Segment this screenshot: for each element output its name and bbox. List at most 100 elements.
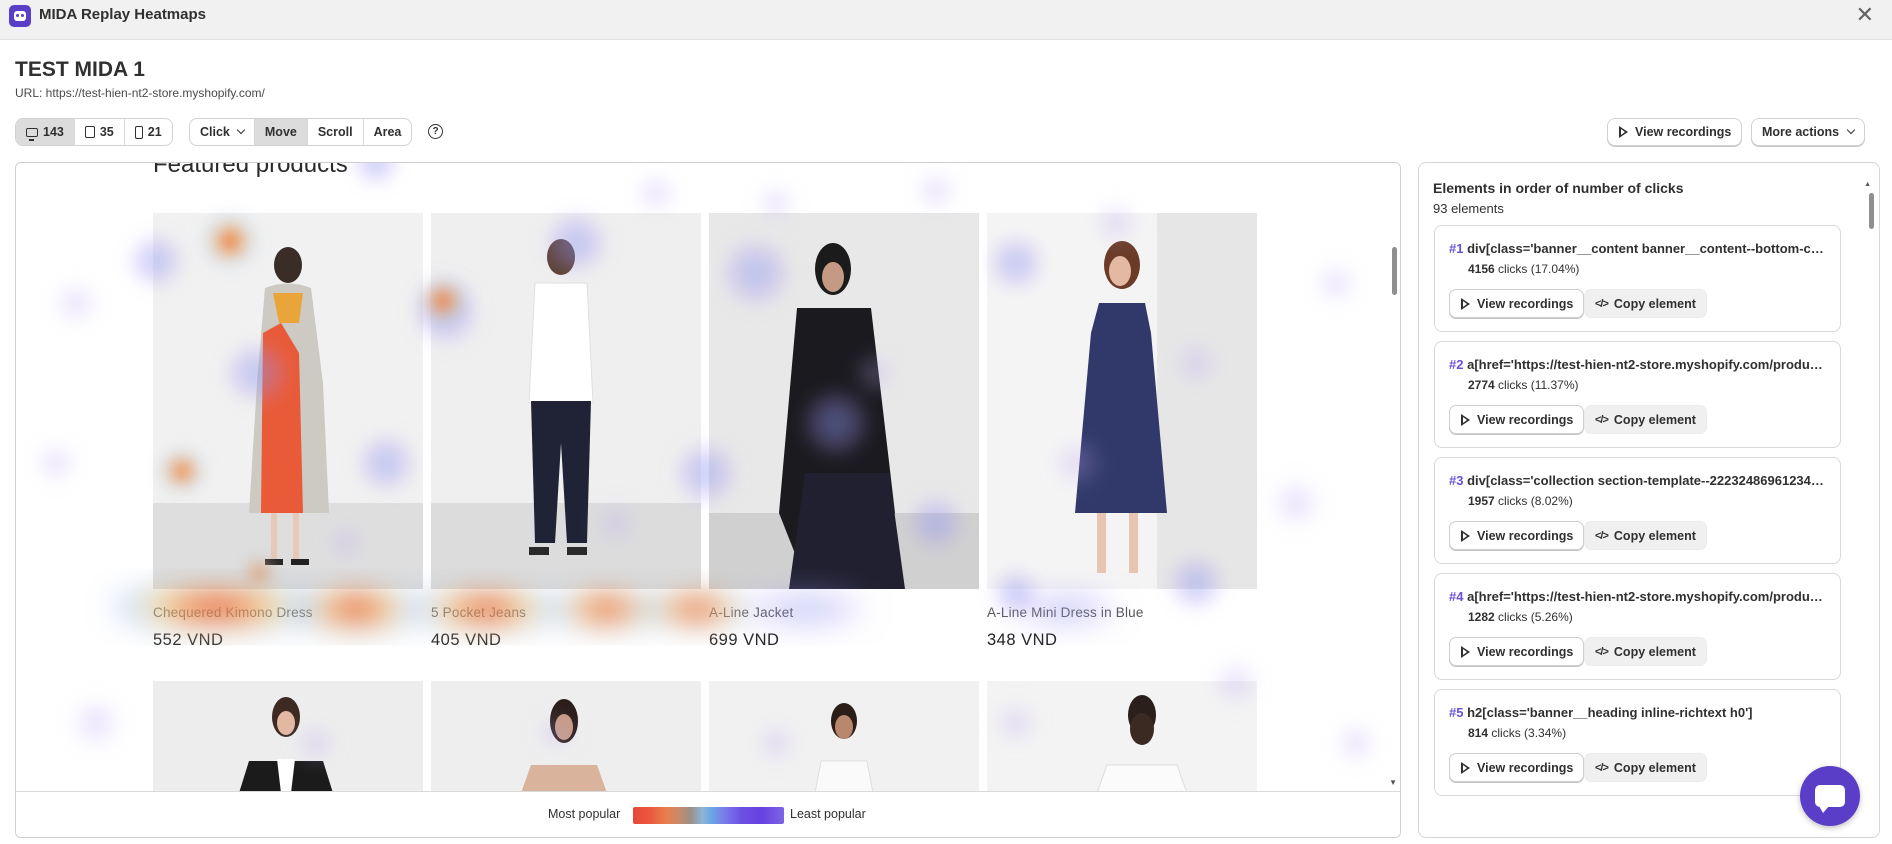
view-recordings-button[interactable]: View recordings <box>1449 753 1585 782</box>
code-icon: </> <box>1595 529 1609 542</box>
scroll-up-arrow-icon[interactable]: ▲ <box>1864 181 1871 188</box>
product-image-row2[interactable] <box>709 681 979 791</box>
element-rank: #5 <box>1449 705 1464 720</box>
product-price: 699 VND <box>709 631 780 649</box>
element-card: #1 div[class='banner__content banner__co… <box>1434 225 1841 332</box>
view-recordings-button[interactable]: View recordings <box>1449 637 1585 666</box>
view-recordings-label: View recordings <box>1477 412 1574 427</box>
chat-support-button[interactable] <box>1800 766 1860 826</box>
product-image-5-pocket-jeans[interactable] <box>431 213 701 589</box>
product-price: 348 VND <box>987 631 1058 649</box>
copy-element-button[interactable]: </> Copy element <box>1584 289 1707 318</box>
copy-element-label: Copy element <box>1613 760 1696 775</box>
element-rank: #1 <box>1449 241 1464 256</box>
element-click-count: 814 <box>1468 726 1489 740</box>
mode-scroll-button[interactable]: Scroll <box>308 119 364 145</box>
product-image-a-line-jacket[interactable] <box>709 213 979 589</box>
view-recordings-label: View recordings <box>1477 296 1574 311</box>
product-photo <box>431 681 701 791</box>
device-mobile-button[interactable]: 21 <box>125 119 172 145</box>
element-card: #4 a[href='https://test-hien-nt2-store.m… <box>1434 573 1841 680</box>
tablet-count: 35 <box>99 125 114 139</box>
more-actions-label: More actions <box>1762 125 1840 139</box>
legend-gradient <box>633 807 784 824</box>
code-icon: </> <box>1595 761 1609 774</box>
element-click-count: 1282 <box>1468 610 1495 624</box>
product-photo <box>987 213 1257 589</box>
product-photo <box>709 213 979 589</box>
element-clicks: 2774 clicks (11.37%) <box>1468 378 1579 392</box>
code-icon: </> <box>1595 297 1609 310</box>
mode-area-button[interactable]: Area <box>364 119 412 145</box>
view-recordings-button[interactable]: View recordings <box>1449 521 1585 550</box>
product-image-a-line-mini-dress[interactable] <box>987 213 1257 589</box>
help-icon[interactable]: ? <box>428 124 443 139</box>
copy-element-button[interactable]: </> Copy element <box>1584 405 1707 434</box>
play-icon <box>1460 529 1471 542</box>
play-icon <box>1460 645 1471 658</box>
copy-element-label: Copy element <box>1613 528 1696 543</box>
chevron-down-icon <box>236 125 246 135</box>
copy-element-button[interactable]: </> Copy element <box>1584 521 1707 550</box>
element-click-pct: clicks (8.02%) <box>1498 494 1573 508</box>
device-tablet-button[interactable]: 35 <box>75 119 125 145</box>
elements-panel: Elements in order of number of clicks 93… <box>1418 162 1880 838</box>
page-url: URL: https://test-hien-nt2-store.myshopi… <box>15 86 265 100</box>
product-image-row2[interactable] <box>431 681 701 791</box>
legend-most-label: Most popular <box>548 807 621 821</box>
product-price: 405 VND <box>431 631 502 649</box>
scroll-down-arrow-icon[interactable]: ▼ <box>1389 778 1397 787</box>
copy-element-label: Copy element <box>1613 644 1696 659</box>
chevron-down-icon <box>1846 125 1856 135</box>
element-click-count: 1957 <box>1468 494 1495 508</box>
element-selector-text: a[href='https://test-hien-nt2-store.mysh… <box>1467 589 1829 604</box>
element-click-count: 2774 <box>1468 378 1495 392</box>
element-click-pct: clicks (11.37%) <box>1498 378 1579 392</box>
copy-element-label: Copy element <box>1613 412 1696 427</box>
element-clicks: 1957 clicks (8.02%) <box>1468 494 1573 508</box>
mode-click-dropdown[interactable]: Click <box>190 119 255 145</box>
chat-bubble-icon <box>1815 785 1845 813</box>
elements-scroll-thumb[interactable] <box>1869 193 1874 229</box>
code-icon: </> <box>1595 413 1609 426</box>
element-click-pct: clicks (17.04%) <box>1498 262 1580 276</box>
page-title: TEST MIDA 1 <box>15 58 145 81</box>
play-icon <box>1618 126 1629 138</box>
product-name[interactable]: 5 Pocket Jeans <box>431 605 526 620</box>
close-icon[interactable]: ✕ <box>1856 4 1874 26</box>
heatmap-legend: Most popular Least popular <box>16 791 1400 837</box>
mode-click-label: Click <box>200 125 230 139</box>
more-actions-button[interactable]: More actions <box>1751 118 1866 146</box>
heatmap-mode-selector: Click Move Scroll Area <box>189 118 413 146</box>
view-recordings-button[interactable]: View recordings <box>1607 118 1743 146</box>
copy-element-button[interactable]: </> Copy element <box>1584 753 1707 782</box>
element-click-pct: clicks (5.26%) <box>1498 610 1573 624</box>
element-selector: #2 a[href='https://test-hien-nt2-store.m… <box>1449 357 1829 372</box>
product-name[interactable]: A-Line Jacket <box>709 605 793 620</box>
featured-products-heading: Featured products <box>153 163 348 178</box>
product-name[interactable]: Chequered Kimono Dress <box>153 605 313 620</box>
element-selector: #4 a[href='https://test-hien-nt2-store.m… <box>1449 589 1829 604</box>
view-recordings-button[interactable]: View recordings <box>1449 405 1585 434</box>
element-click-pct: clicks (3.34%) <box>1491 726 1567 740</box>
element-selector-text: div[class='collection section-template--… <box>1467 473 1829 488</box>
desktop-icon <box>26 127 38 141</box>
product-image-row2[interactable] <box>153 681 423 791</box>
element-rank: #4 <box>1449 589 1464 604</box>
element-clicks: 4156 clicks (17.04%) <box>1468 262 1579 276</box>
product-image-row2[interactable] <box>987 681 1257 791</box>
element-clicks: 1282 clicks (5.26%) <box>1468 610 1573 624</box>
copy-element-button[interactable]: </> Copy element <box>1584 637 1707 666</box>
element-card: #5 h2[class='banner__heading inline-rich… <box>1434 689 1841 796</box>
product-image-kimono-dress[interactable] <box>153 213 423 589</box>
view-recordings-button[interactable]: View recordings <box>1449 289 1585 318</box>
device-desktop-button[interactable]: 143 <box>16 119 75 145</box>
heatmap-viewport[interactable]: Featured products Chequered Kimono Dress… <box>16 163 1400 791</box>
product-photo <box>153 213 423 589</box>
mode-move-button[interactable]: Move <box>254 119 308 145</box>
heatmap-scroll-thumb[interactable] <box>1392 247 1397 295</box>
product-name[interactable]: A-Line Mini Dress in Blue <box>987 605 1144 620</box>
play-icon <box>1460 413 1471 426</box>
element-selector: #1 div[class='banner__content banner__co… <box>1449 241 1829 256</box>
element-selector: #5 h2[class='banner__heading inline-rich… <box>1449 705 1829 720</box>
